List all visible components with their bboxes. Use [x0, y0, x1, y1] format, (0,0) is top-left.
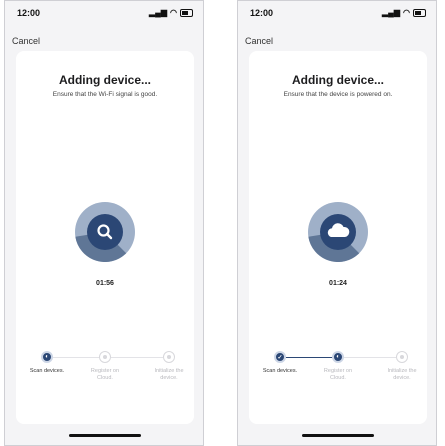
step-label-initialize: Initialize the device. — [154, 368, 184, 381]
cancel-button[interactable]: Cancel — [12, 36, 40, 46]
step-indicator: ◐ Scan devices. Register on Cloud. Initi… — [16, 351, 194, 391]
step-dot-initialize — [163, 351, 175, 363]
countdown-timer: 01:56 — [96, 280, 114, 287]
step-label-scan: Scan devices. — [29, 368, 65, 374]
progress-ring — [308, 202, 368, 262]
home-indicator[interactable] — [302, 434, 374, 437]
step-connector — [286, 357, 338, 358]
step-label-register: Register on Cloud. — [90, 368, 120, 381]
step-dot-initialize — [396, 351, 408, 363]
countdown-timer: 01:24 — [329, 280, 347, 287]
status-time: 12:00 — [250, 8, 274, 18]
step-dot-scan: ◐ — [41, 351, 53, 363]
page-title: Adding device... — [58, 73, 151, 87]
wifi-icon: ◠ — [170, 8, 177, 17]
progress-ring — [75, 202, 135, 262]
cloud-icon — [327, 223, 350, 237]
battery-icon — [413, 8, 426, 17]
search-icon — [97, 224, 113, 240]
step-label-register: Register on Cloud. — [323, 368, 353, 381]
step-connector — [53, 357, 105, 358]
step-label-scan: Scan devices. — [262, 368, 298, 374]
page-title: Adding device... — [291, 73, 384, 87]
progress-card: Adding device... Ensure that the Wi-Fi s… — [16, 51, 194, 424]
loading-icon: ◐ — [45, 354, 49, 360]
status-bar: 12:00 ▂▄▆ ◠ — [5, 1, 203, 23]
status-bar: 12:00 ▂▄▆ ◠ — [238, 1, 436, 23]
step-indicator: ✓ ◐ Scan devices. Register on Cloud. Ini… — [249, 351, 427, 391]
step-connector — [344, 357, 396, 358]
step-connector — [111, 357, 163, 358]
signal-icon: ▂▄▆ — [149, 8, 168, 17]
page-subtitle: Ensure that the device is powered on. — [283, 91, 393, 98]
progress-card: Adding device... Ensure that the device … — [249, 51, 427, 424]
step-dot-register — [99, 351, 111, 363]
wifi-icon: ◠ — [403, 8, 410, 17]
signal-icon: ▂▄▆ — [382, 8, 401, 17]
phone-screen-2: 12:00 ▂▄▆ ◠ Cancel Adding device... Ensu… — [237, 0, 437, 446]
loading-icon: ◐ — [336, 354, 340, 360]
checkmark-icon: ✓ — [277, 354, 283, 361]
home-indicator[interactable] — [69, 434, 141, 437]
step-dot-scan: ✓ — [274, 351, 286, 363]
battery-icon — [180, 8, 193, 17]
page-subtitle: Ensure that the Wi-Fi signal is good. — [52, 91, 158, 98]
status-time: 12:00 — [17, 8, 41, 18]
cancel-button[interactable]: Cancel — [245, 36, 273, 46]
step-dot-register: ◐ — [332, 351, 344, 363]
phone-screen-1: 12:00 ▂▄▆ ◠ Cancel Adding device... Ensu… — [4, 0, 204, 446]
step-label-initialize: Initialize the device. — [387, 368, 417, 381]
status-icons: ▂▄▆ ◠ — [382, 8, 426, 17]
status-icons: ▂▄▆ ◠ — [149, 8, 193, 17]
